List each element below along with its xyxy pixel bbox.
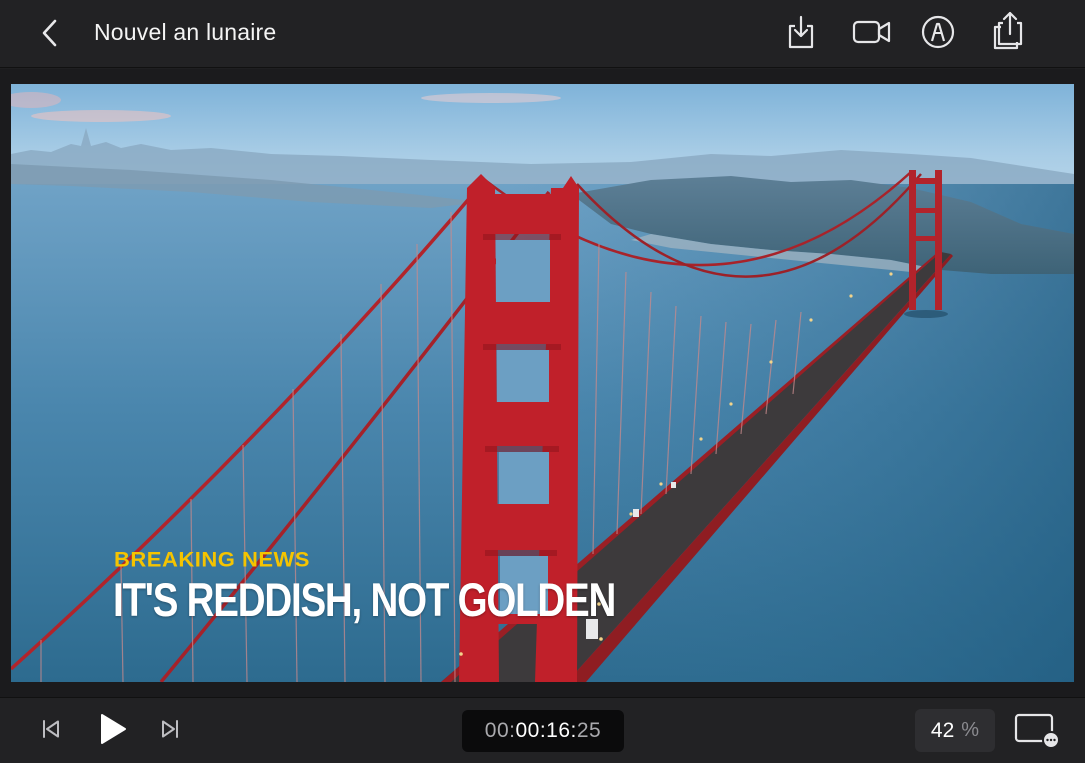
skip-back-button[interactable] — [36, 716, 66, 746]
video-frame[interactable]: BREAKING NEWS IT'S REDDISH, NOT GOLDEN — [11, 84, 1074, 682]
project-title: Nouvel an lunaire — [94, 19, 277, 45]
markup-pen-icon — [920, 14, 956, 55]
top-bar: Nouvel an lunaire — [0, 0, 1085, 68]
display-options-button[interactable] — [1010, 712, 1062, 752]
transport-bar: 00: 00:16: 25 42 % — [0, 697, 1085, 763]
skip-forward-icon — [159, 718, 181, 745]
timecode-display[interactable]: 00: 00:16: 25 — [462, 710, 624, 752]
back-button[interactable] — [34, 18, 64, 52]
overlay-headline-text: IT'S REDDISH, NOT GOLDEN — [113, 573, 616, 626]
zoom-unit: % — [961, 719, 980, 741]
skip-back-icon — [40, 718, 62, 745]
display-options-icon — [1011, 711, 1061, 754]
chevron-left-icon — [40, 18, 58, 53]
play-icon — [96, 712, 128, 751]
skip-forward-button[interactable] — [155, 716, 185, 746]
import-button[interactable] — [780, 13, 822, 55]
record-video-button[interactable] — [850, 13, 894, 55]
timecode-hours: 00: — [484, 719, 516, 742]
markup-button[interactable] — [917, 13, 959, 55]
share-button[interactable] — [989, 11, 1031, 55]
zoom-level-button[interactable]: 42 % — [915, 709, 995, 752]
video-viewer: BREAKING NEWS IT'S REDDISH, NOT GOLDEN — [0, 69, 1085, 697]
timecode-min-sec: 00:16: — [515, 719, 577, 742]
import-icon — [785, 14, 817, 55]
play-button[interactable] — [90, 710, 134, 752]
timecode-frames: 25 — [576, 719, 602, 742]
video-camera-icon — [852, 18, 892, 51]
overlay-kicker-text: BREAKING NEWS — [114, 547, 310, 572]
share-icon — [990, 10, 1030, 59]
zoom-value: 42 — [930, 718, 955, 742]
